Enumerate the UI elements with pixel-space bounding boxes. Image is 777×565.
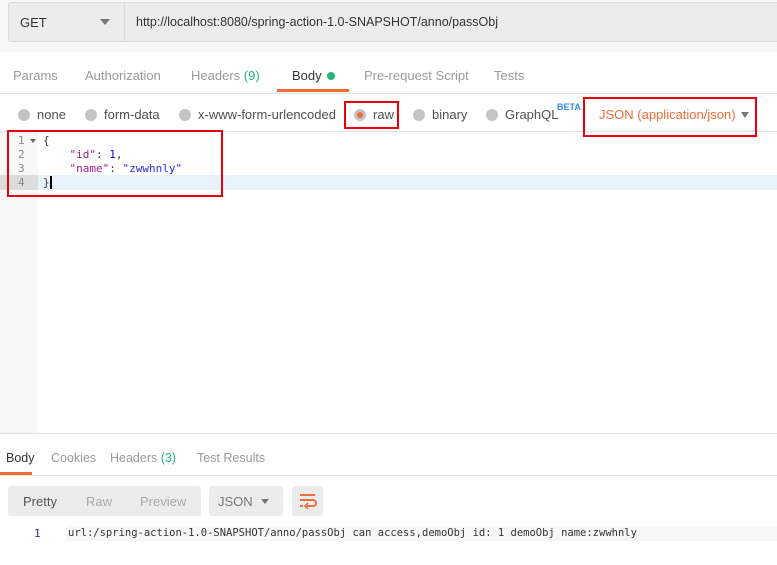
radio-label: x-www-form-urlencoded <box>198 107 336 122</box>
method-select[interactable]: GET <box>8 2 125 42</box>
tab-label: Body <box>292 68 322 83</box>
wrap-icon <box>300 494 317 510</box>
radio-icon <box>179 108 191 121</box>
chevron-down-icon <box>261 499 269 504</box>
raw-button[interactable]: Raw <box>86 494 112 509</box>
radio-icon <box>18 108 30 121</box>
divider <box>0 93 777 94</box>
url-input[interactable]: http://localhost:8080/spring-action-1.0-… <box>124 2 777 42</box>
radio-label: none <box>37 107 66 122</box>
pretty-button[interactable]: Pretty <box>23 494 57 509</box>
wrap-lines-button[interactable] <box>292 486 323 516</box>
tab-tests[interactable]: Tests <box>494 68 524 83</box>
annotation-box-content-type <box>583 97 757 137</box>
radio-x-www-form-urlencoded[interactable]: x-www-form-urlencoded <box>179 107 336 122</box>
response-tab-cookies[interactable]: Cookies <box>51 451 96 465</box>
tab-pre-request-script[interactable]: Pre-request Script <box>364 68 469 83</box>
tab-label: Headers <box>110 451 158 465</box>
chevron-down-icon <box>100 19 110 25</box>
response-tab-body[interactable]: Body <box>6 451 35 465</box>
response-body: url:/spring-action-1.0-SNAPSHOT/anno/pas… <box>66 526 777 541</box>
annotation-box-raw <box>344 101 399 129</box>
radio-icon <box>85 108 97 121</box>
tab-body[interactable]: Body <box>292 68 335 83</box>
format-select[interactable]: JSON <box>209 486 283 516</box>
response-line-number: 1 <box>34 527 41 540</box>
format-label: JSON <box>218 494 253 509</box>
radio-none[interactable]: none <box>18 107 66 122</box>
response-tab-test-results[interactable]: Test Results <box>197 451 265 465</box>
radio-icon <box>486 108 498 121</box>
radio-icon <box>413 108 425 121</box>
radio-form-data[interactable]: form-data <box>85 107 160 122</box>
radio-label: form-data <box>104 107 160 122</box>
active-tab-underline <box>277 89 349 92</box>
response-tab-headers[interactable]: Headers (3) <box>110 451 176 465</box>
radio-binary[interactable]: binary <box>413 107 467 122</box>
status-dot-icon <box>326 72 335 80</box>
tab-label: Headers <box>191 68 241 83</box>
annotation-box-code <box>7 130 223 197</box>
headers-count: (9) <box>243 68 260 83</box>
tab-headers[interactable]: Headers (9) <box>191 68 260 83</box>
beta-badge: BETA <box>557 102 581 112</box>
tab-authorization[interactable]: Authorization <box>85 68 161 83</box>
divider <box>0 475 777 476</box>
preview-button[interactable]: Preview <box>140 494 186 509</box>
radio-label: GraphQL <box>505 107 559 122</box>
radio-graphql[interactable]: GraphQL <box>486 107 558 122</box>
headers-count: (3) <box>160 451 177 465</box>
tab-params[interactable]: Params <box>13 68 58 83</box>
method-label: GET <box>20 15 47 30</box>
radio-label: binary <box>432 107 468 122</box>
